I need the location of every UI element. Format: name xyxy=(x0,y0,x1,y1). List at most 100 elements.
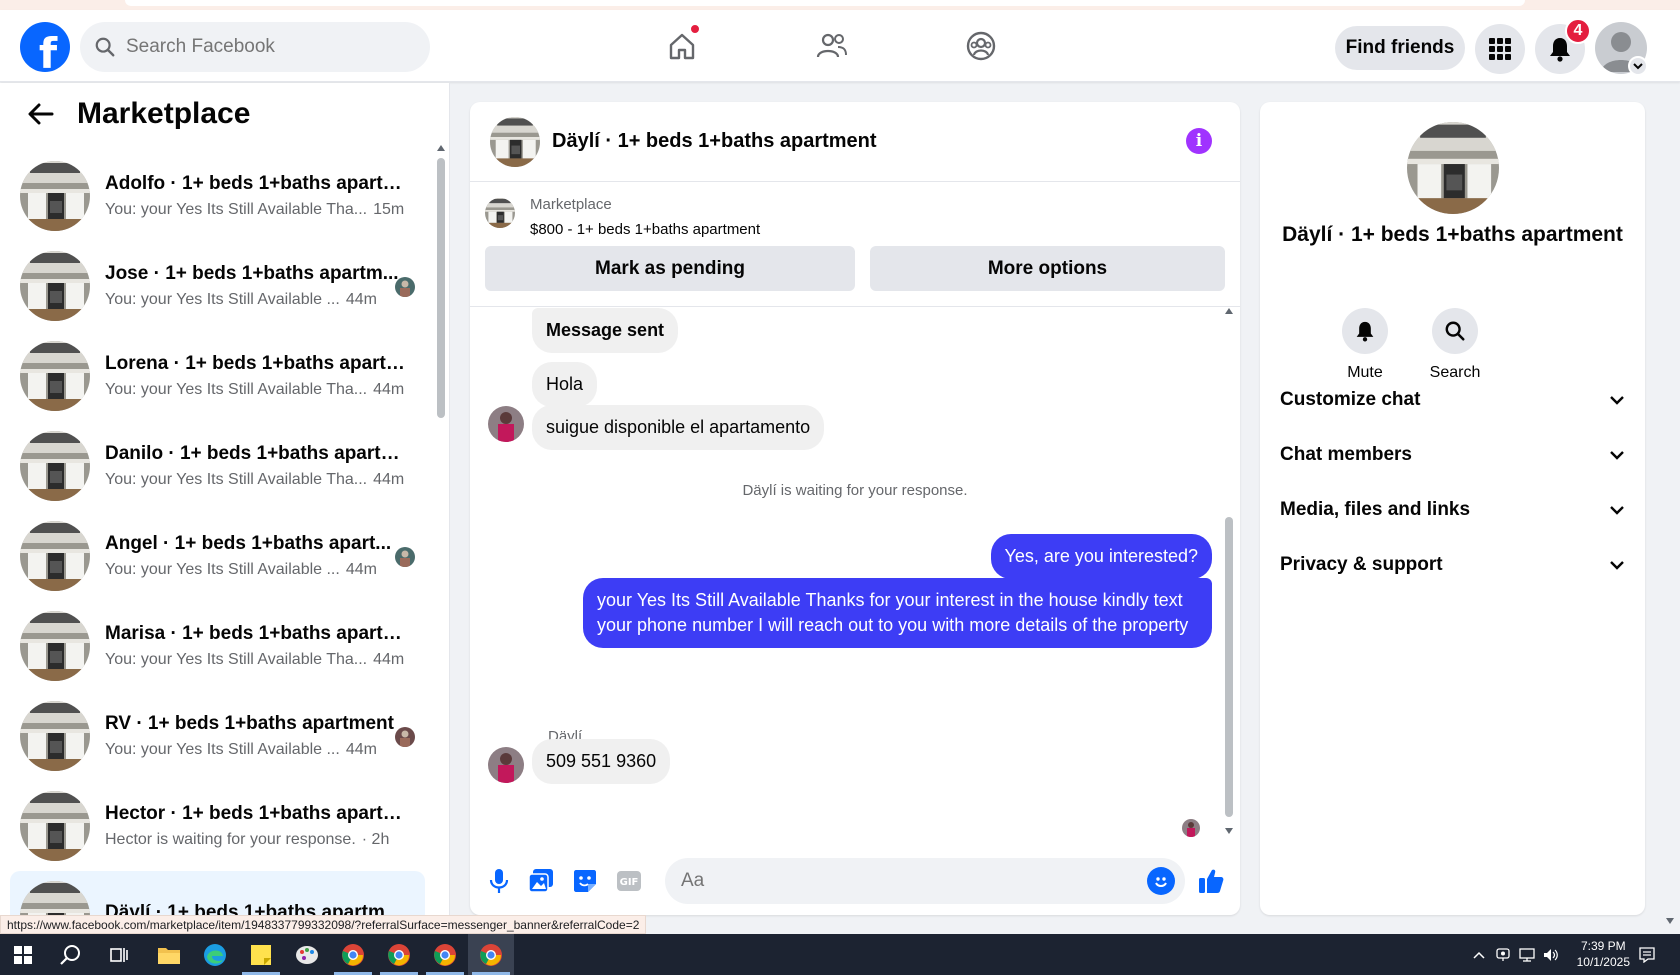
groups-tab[interactable] xyxy=(961,26,1001,66)
home-tab[interactable] xyxy=(662,24,702,66)
message-bubble[interactable]: Hola xyxy=(532,362,598,408)
chevron-down-icon xyxy=(1633,63,1643,70)
sticker-button[interactable] xyxy=(571,867,599,895)
contact-avatar[interactable] xyxy=(488,406,524,442)
start-button[interactable] xyxy=(0,934,46,975)
listing-price[interactable]: $800 - 1+ beds 1+baths apartment xyxy=(530,221,760,238)
chat-listing-thumbnail[interactable] xyxy=(490,116,540,167)
task-view-button[interactable] xyxy=(96,934,142,975)
media-files-links-row[interactable]: Media, files and links xyxy=(1280,488,1625,532)
details-listing-photo[interactable] xyxy=(1407,122,1499,214)
search-input[interactable] xyxy=(126,36,406,58)
outgoing-message-bubble[interactable]: Yes, are you interested? xyxy=(990,534,1212,580)
sidebar-scrollbar[interactable] xyxy=(437,158,445,418)
preview-time: 15m xyxy=(373,201,405,218)
emoji-button[interactable] xyxy=(1147,867,1175,895)
conversation-preview: You: your Yes Its Still Available Tha...… xyxy=(105,471,405,489)
listing-source: Marketplace xyxy=(530,196,612,213)
message-thread: Message sent Hola suigue disponible el a… xyxy=(470,308,1240,843)
sidebar-scroll-up[interactable] xyxy=(437,145,445,151)
conversation-item[interactable]: Jose · 1+ beds 1+baths apartm... You: you… xyxy=(10,241,425,331)
chrome-window-1[interactable] xyxy=(330,934,376,975)
conversation-item[interactable]: Adolfo · 1+ beds 1+baths apartm... You: y… xyxy=(10,151,425,241)
message-bubble[interactable]: 509 551 9360 xyxy=(532,739,671,785)
chat-scroll-up[interactable] xyxy=(1225,308,1233,314)
conversation-item[interactable]: Angel · 1+ beds 1+baths apart... You: you… xyxy=(10,511,425,601)
meet-now-tray[interactable] xyxy=(1494,946,1512,964)
taskbar-search-button[interactable] xyxy=(48,934,94,975)
chrome-window-2[interactable] xyxy=(376,934,422,975)
contact-avatar[interactable] xyxy=(488,747,524,783)
menu-button[interactable] xyxy=(1475,24,1525,74)
voice-clip-button[interactable] xyxy=(485,867,513,895)
conversation-text: Hector · 1+ beds 1+baths apartm... Hector… xyxy=(105,803,405,849)
search-action[interactable]: Search xyxy=(1410,308,1500,382)
friends-tab[interactable] xyxy=(812,26,852,66)
conversation-text: Jose · 1+ beds 1+baths apartm... You: you… xyxy=(105,263,405,309)
message-input[interactable] xyxy=(681,870,1121,892)
read-receipt-avatar xyxy=(395,277,415,297)
svg-text:GIF: GIF xyxy=(620,877,639,888)
show-hidden-icons[interactable] xyxy=(1470,946,1488,964)
back-button[interactable] xyxy=(25,98,57,130)
listing-thumbnail[interactable] xyxy=(485,198,515,228)
taskbar-clock[interactable]: 7:39 PM 10/1/2025 xyxy=(1577,938,1630,970)
preview-text: You: your Yes Its Still Available Tha... xyxy=(105,651,368,668)
preview-text: You: your Yes Its Still Available ... xyxy=(105,561,340,578)
account-menu-caret[interactable] xyxy=(1628,56,1648,76)
mark-as-pending-button[interactable]: Mark as pending xyxy=(485,246,855,291)
preview-text: You: your Yes Its Still Available Tha... xyxy=(105,201,368,218)
sticky-notes-app[interactable] xyxy=(238,934,284,975)
find-friends-button[interactable]: Find friends xyxy=(1335,26,1465,70)
chrome-window-3[interactable] xyxy=(422,934,468,975)
conversation-thumbnail xyxy=(20,341,90,411)
message-bubble[interactable]: suigue disponible el apartamento xyxy=(532,405,825,451)
search-in-chat-button[interactable] xyxy=(1432,308,1478,354)
chrome-window-active[interactable] xyxy=(468,934,514,975)
thumbs-up-icon xyxy=(1199,869,1224,893)
gif-button[interactable]: GIF xyxy=(615,867,643,895)
outgoing-message-bubble[interactable]: your Yes Its Still Available Thanks for … xyxy=(583,578,1212,649)
conversation-item[interactable]: Danilo · 1+ beds 1+baths apartm... You: y… xyxy=(10,421,425,511)
sticker-icon xyxy=(574,870,596,892)
privacy-support-row[interactable]: Privacy & support xyxy=(1280,543,1625,587)
chat-members-row[interactable]: Chat members xyxy=(1280,433,1625,477)
notifications-button[interactable]: 4 xyxy=(1535,18,1591,74)
file-explorer-app[interactable] xyxy=(146,934,192,975)
chat-scrollbar[interactable] xyxy=(1225,517,1233,817)
conversation-name: Danilo · 1+ beds 1+baths apartm... xyxy=(105,443,405,464)
chevron-down-icon xyxy=(1610,396,1624,405)
volume-tray[interactable] xyxy=(1542,946,1560,964)
windows-logo-icon xyxy=(14,945,32,964)
conversation-name: Adolfo · 1+ beds 1+baths apartm... xyxy=(105,173,405,194)
chat-title[interactable]: Däylí · 1+ beds 1+baths apartment xyxy=(552,130,877,153)
attach-photo-button[interactable] xyxy=(527,867,555,895)
row-label: Chat members xyxy=(1280,444,1412,465)
preview-time: 44m xyxy=(345,561,377,578)
message-input-box[interactable] xyxy=(665,858,1185,904)
facebook-logo[interactable]: f xyxy=(20,22,70,72)
edge-app[interactable] xyxy=(192,934,238,975)
like-button[interactable] xyxy=(1197,867,1225,895)
mute-button[interactable] xyxy=(1342,308,1388,354)
apartment-photo xyxy=(20,521,90,591)
conversation-item[interactable]: RV · 1+ beds 1+baths apartment You: your … xyxy=(10,691,425,781)
snipping-tool-app[interactable] xyxy=(284,934,330,975)
page-scroll-down[interactable] xyxy=(1666,918,1674,924)
conversation-item[interactable]: Lorena · 1+ beds 1+baths apartm... You: y… xyxy=(10,331,425,421)
conversation-item[interactable]: Marisa · 1+ beds 1+baths apartm... You: y… xyxy=(10,601,425,691)
waiting-notice: Däylí is waiting for your response. xyxy=(742,482,968,499)
action-center-button[interactable] xyxy=(1638,946,1656,964)
network-tray[interactable] xyxy=(1518,946,1536,964)
more-options-button[interactable]: More options xyxy=(870,246,1225,291)
gif-icon: GIF xyxy=(617,871,641,891)
conversation-item[interactable]: Hector · 1+ beds 1+baths apartm... Hector… xyxy=(10,781,425,871)
message-bubble[interactable]: Message sent xyxy=(532,308,679,354)
mute-action[interactable]: Mute xyxy=(1320,308,1410,382)
preview-time: 44m xyxy=(373,471,405,488)
customize-chat-row[interactable]: Customize chat xyxy=(1280,378,1625,422)
info-icon[interactable]: i xyxy=(1186,128,1212,154)
search-bar[interactable] xyxy=(80,22,430,72)
chat-scroll-down[interactable] xyxy=(1225,828,1233,834)
conversation-text: RV · 1+ beds 1+baths apartment You: your … xyxy=(105,713,405,759)
